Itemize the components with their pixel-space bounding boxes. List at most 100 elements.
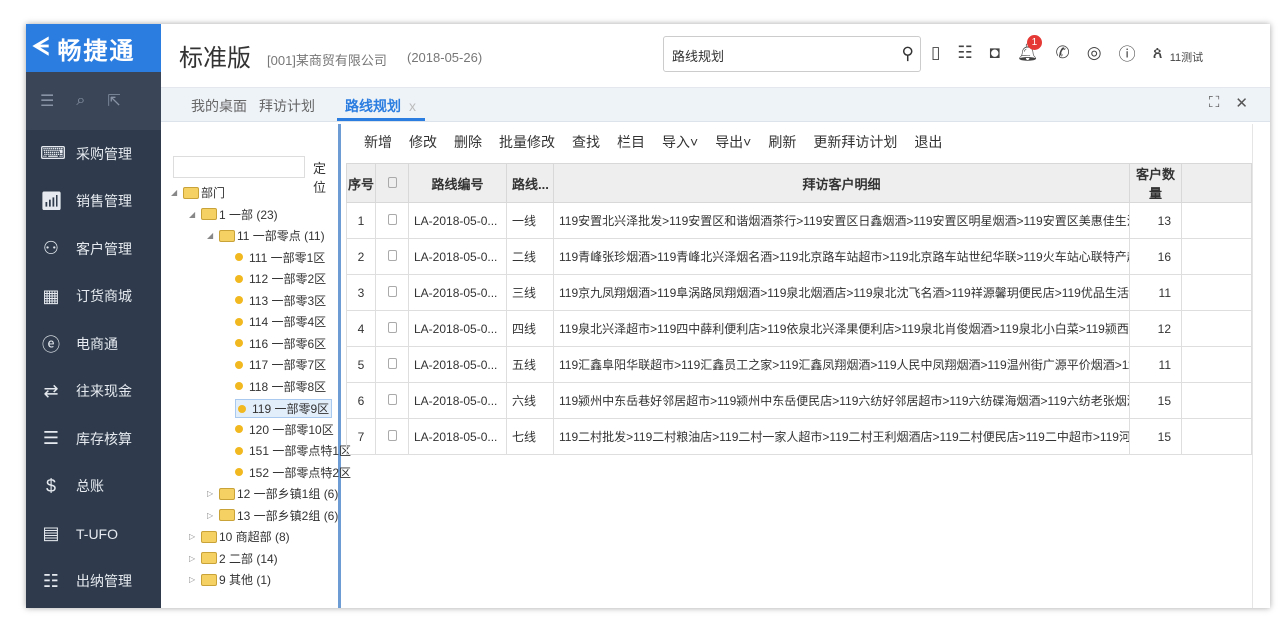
tree-node[interactable]: 119 一部零9区 xyxy=(235,399,333,418)
collapse-arrow-icon[interactable]: ◢ xyxy=(189,210,199,219)
toolbar-button-0[interactable]: 新增 xyxy=(364,132,392,152)
close-tab-icon[interactable]: x xyxy=(409,98,416,114)
col-visit-detail[interactable]: 拜访客户明细 xyxy=(553,163,1130,203)
expand-arrow-icon[interactable]: ▷ xyxy=(189,554,199,563)
toolbar-button-6[interactable]: 导入˅ xyxy=(662,132,698,152)
tab-visit-plan[interactable]: 拜访计划 xyxy=(259,96,315,116)
menu-icon[interactable]: ☰ xyxy=(40,91,54,111)
tree-node[interactable]: ▷ 13 一部乡镇2组 (6) xyxy=(207,507,338,524)
row-checkbox[interactable] xyxy=(387,321,397,333)
col-route-name[interactable]: 路线... xyxy=(506,163,554,203)
tree-node[interactable]: ◢ 部门 xyxy=(171,184,225,201)
tree-search-input[interactable] xyxy=(173,156,305,178)
col-customer-count[interactable]: 客户数量 xyxy=(1129,163,1182,203)
row-checkbox[interactable] xyxy=(387,213,397,225)
mobile-icon[interactable]: ▯ xyxy=(931,43,940,63)
tree-node[interactable]: 112 一部零2区 xyxy=(235,270,326,287)
row-checkbox[interactable] xyxy=(387,249,397,261)
close-icon[interactable]: ✕ xyxy=(1235,94,1248,112)
collapse-arrow-icon[interactable]: ◢ xyxy=(207,231,217,240)
col-route-code[interactable]: 路线编号 xyxy=(408,163,507,203)
row-select[interactable] xyxy=(375,202,409,239)
sidebar-item-6[interactable]: ☰ 库存核算 xyxy=(26,415,161,463)
sidebar-item-9[interactable]: ☷ 出纳管理 xyxy=(26,558,161,606)
row-checkbox[interactable] xyxy=(387,285,397,297)
tree-node[interactable]: ▷ 12 一部乡镇1组 (6) xyxy=(207,485,338,502)
col-index[interactable]: 序号 xyxy=(346,163,376,203)
toolbar-button-5[interactable]: 栏目 xyxy=(617,132,645,152)
tab-my-desktop[interactable]: 我的桌面 xyxy=(191,96,247,116)
bell-icon[interactable]: 🔔︎ 1 xyxy=(1017,34,1042,63)
vertical-scrollbar[interactable] xyxy=(1252,124,1262,608)
task-list-icon[interactable]: ☷ xyxy=(957,43,972,63)
tree-node[interactable]: ▷ 10 商超部 (8) xyxy=(189,528,290,545)
tree-node[interactable]: ◢ 11 一部零点 (11) xyxy=(207,227,325,244)
sidebar-item-1[interactable]: 📶︎ 销售管理 xyxy=(26,178,161,226)
row-checkbox[interactable] xyxy=(387,429,397,441)
row-select[interactable] xyxy=(375,274,409,311)
table-row[interactable]: 6 LA-2018-05-0... 六线 119颍州中东岳巷好邻居超市>119颍… xyxy=(346,382,1252,419)
tree-node[interactable]: 120 一部零10区 xyxy=(235,421,334,438)
tree-node[interactable]: ▷ 2 二部 (14) xyxy=(189,550,278,567)
tree-node[interactable]: 152 一部零点特2区 xyxy=(235,464,351,481)
toolbar-button-9[interactable]: 更新拜访计划 xyxy=(813,132,897,152)
toolbar-button-1[interactable]: 修改 xyxy=(409,132,437,152)
export-icon[interactable]: ⇱ xyxy=(107,91,120,111)
sidebar-item-0[interactable]: ⌨ 采购管理 xyxy=(26,130,161,178)
sidebar-item-8[interactable]: ▤ T-UFO xyxy=(26,510,161,558)
search-input[interactable]: 路线规划 ⚲ xyxy=(663,36,921,72)
table-row[interactable]: 2 LA-2018-05-0... 二线 119青峰张珍烟酒>119青峰北兴泽烟… xyxy=(346,238,1252,275)
row-select[interactable] xyxy=(375,238,409,275)
tree-node[interactable]: 114 一部零4区 xyxy=(235,313,326,330)
select-all-checkbox[interactable] xyxy=(387,176,397,188)
expand-arrow-icon[interactable]: ▷ xyxy=(189,575,199,584)
row-select[interactable] xyxy=(375,418,409,455)
fullscreen-icon[interactable]: ⛶ xyxy=(1209,94,1220,112)
logo[interactable]: ᗕ 畅捷通 xyxy=(26,24,161,72)
tree-node[interactable]: 111 一部零1区 xyxy=(235,249,325,266)
expand-arrow-icon[interactable]: ▷ xyxy=(207,489,217,498)
help-icon[interactable]: ⓘ xyxy=(1119,40,1136,65)
toolbar-button-8[interactable]: 刷新 xyxy=(768,132,796,152)
row-checkbox[interactable] xyxy=(387,357,397,369)
service-icon[interactable]: ◎ xyxy=(1087,43,1102,63)
sidebar-item-2[interactable]: ⚇ 客户管理 xyxy=(26,225,161,273)
col-select-all[interactable] xyxy=(375,163,409,203)
expand-arrow-icon[interactable]: ▷ xyxy=(189,532,199,541)
locate-button[interactable]: 定位 xyxy=(313,158,338,196)
user-name[interactable]: 11测试 xyxy=(1170,49,1203,65)
row-select[interactable] xyxy=(375,382,409,419)
user-icon[interactable]: ጰ xyxy=(1153,43,1163,63)
table-row[interactable]: 3 LA-2018-05-0... 三线 119京九凤翔烟酒>119阜涡路凤翔烟… xyxy=(346,274,1252,311)
toolbar-button-4[interactable]: 查找 xyxy=(572,132,600,152)
phone-icon[interactable]: ✆ xyxy=(1055,43,1069,63)
tree-node[interactable]: 151 一部零点特1区 xyxy=(235,442,351,459)
tree-node[interactable]: 113 一部零3区 xyxy=(235,292,326,309)
collapse-arrow-icon[interactable]: ◢ xyxy=(171,188,181,197)
toolbar-button-3[interactable]: 批量修改 xyxy=(499,132,555,152)
row-checkbox[interactable] xyxy=(387,393,397,405)
sidebar-item-5[interactable]: ⇄ 往来现金 xyxy=(26,368,161,416)
message-icon[interactable]: ◘ xyxy=(990,43,1000,63)
tree-node[interactable]: 116 一部零6区 xyxy=(235,335,326,352)
search-doc-icon[interactable]: ⌕ xyxy=(76,92,85,110)
row-select[interactable] xyxy=(375,310,409,347)
tree-node[interactable]: 118 一部零8区 xyxy=(235,378,326,395)
toolbar-button-2[interactable]: 删除 xyxy=(454,132,482,152)
tab-route-planning[interactable]: 路线规划 x xyxy=(345,96,416,116)
sidebar-item-4[interactable]: ⓔ 电商通 xyxy=(26,320,161,368)
sidebar-item-3[interactable]: ▦ 订货商城 xyxy=(26,273,161,321)
toolbar-button-7[interactable]: 导出˅ xyxy=(715,132,751,152)
expand-arrow-icon[interactable]: ▷ xyxy=(207,511,217,520)
table-row[interactable]: 5 LA-2018-05-0... 五线 119汇鑫阜阳华联超市>119汇鑫员工… xyxy=(346,346,1252,383)
toolbar-button-10[interactable]: 退出 xyxy=(914,132,942,152)
sidebar-item-7[interactable]: $ 总账 xyxy=(26,463,161,511)
search-icon[interactable]: ⚲ xyxy=(902,44,914,64)
table-row[interactable]: 1 LA-2018-05-0... 一线 119安置北兴泽批发>119安置区和谐… xyxy=(346,202,1252,239)
table-row[interactable]: 7 LA-2018-05-0... 七线 119二村批发>119二村粮油店>11… xyxy=(346,418,1252,455)
tree-node[interactable]: ◢ 1 一部 (23) xyxy=(189,206,278,223)
tree-node[interactable]: 117 一部零7区 xyxy=(235,356,326,373)
tree-node[interactable]: ▷ 9 其他 (1) xyxy=(189,571,271,588)
row-select[interactable] xyxy=(375,346,409,383)
table-row[interactable]: 4 LA-2018-05-0... 四线 119泉北兴泽超市>119四中薛利便利… xyxy=(346,310,1252,347)
